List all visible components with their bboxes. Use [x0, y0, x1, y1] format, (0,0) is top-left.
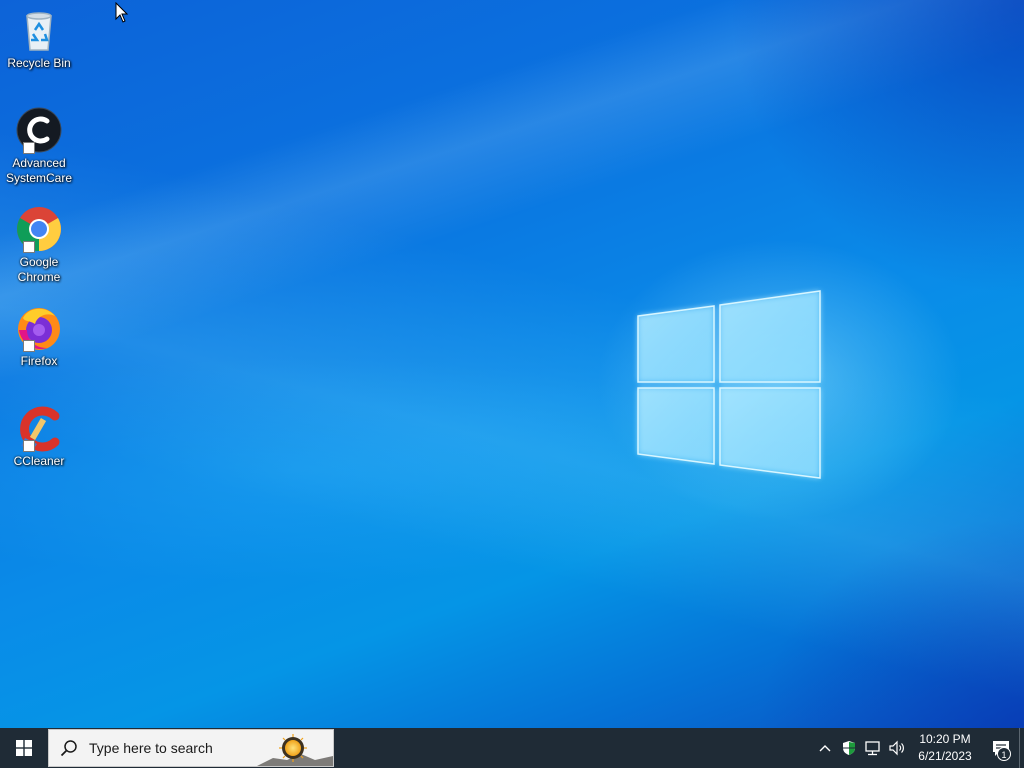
windows-logo [637, 290, 821, 479]
desktop-background[interactable]: Recycle Bin Advanced SystemCare Google Chr… [0, 0, 1024, 728]
chevron-up-icon [819, 745, 831, 752]
shortcut-arrow-icon [23, 440, 35, 452]
clock[interactable]: 10:20 PM 6/21/2023 [913, 731, 977, 765]
network-icon [865, 741, 880, 756]
light-beam [0, 0, 1024, 728]
search-input[interactable]: Type here to search [48, 729, 334, 767]
search-icon [60, 740, 77, 757]
desktop-icon-recycle-bin[interactable]: Recycle Bin [4, 6, 74, 71]
recycle-bin-icon [26, 12, 52, 51]
show-desktop-button[interactable] [1019, 728, 1024, 768]
desktop-icon-advanced-systemcare[interactable]: Advanced SystemCare [4, 106, 74, 186]
notification-count-badge: 1 [997, 747, 1011, 761]
vignette [0, 0, 1024, 728]
desktop-icon-firefox[interactable]: Firefox [4, 304, 74, 369]
start-button[interactable] [0, 728, 48, 768]
show-hidden-icons-button[interactable] [813, 728, 837, 768]
clock-time: 10:20 PM [919, 732, 971, 746]
shortcut-arrow-icon [23, 340, 35, 352]
shortcut-arrow-icon [23, 142, 35, 154]
desktop-icon-google-chrome[interactable]: Google Chrome [4, 205, 74, 285]
desktop-icon-label: CCleaner [13, 454, 65, 468]
taskbar: Type here to search 10:20 PM 6/21/2023 1 [0, 728, 1024, 768]
mouse-cursor-icon [115, 2, 129, 23]
action-center-button[interactable]: 1 [983, 728, 1019, 768]
light-beam [0, 0, 1024, 728]
shortcut-arrow-icon [23, 241, 35, 253]
desktop-icon-label: Google Chrome [17, 255, 61, 284]
system-tray: 10:20 PM 6/21/2023 1 [813, 728, 1024, 768]
desktop-icon-label: Recycle Bin [7, 56, 71, 70]
desktop-icon-label: Firefox [20, 354, 58, 368]
volume-icon [889, 740, 904, 756]
volume-button[interactable] [885, 728, 909, 768]
light-beam [0, 0, 1024, 728]
shield-icon [843, 741, 855, 755]
network-button[interactable] [861, 728, 885, 768]
clock-date: 6/21/2023 [918, 749, 972, 763]
desktop-icon-ccleaner[interactable]: CCleaner [4, 404, 74, 469]
search-highlight-image[interactable] [253, 730, 333, 767]
desktop-icon-label: Advanced SystemCare [5, 156, 73, 185]
windows-security-button[interactable] [837, 728, 861, 768]
windows-start-icon [16, 740, 32, 756]
search-placeholder: Type here to search [89, 740, 213, 756]
